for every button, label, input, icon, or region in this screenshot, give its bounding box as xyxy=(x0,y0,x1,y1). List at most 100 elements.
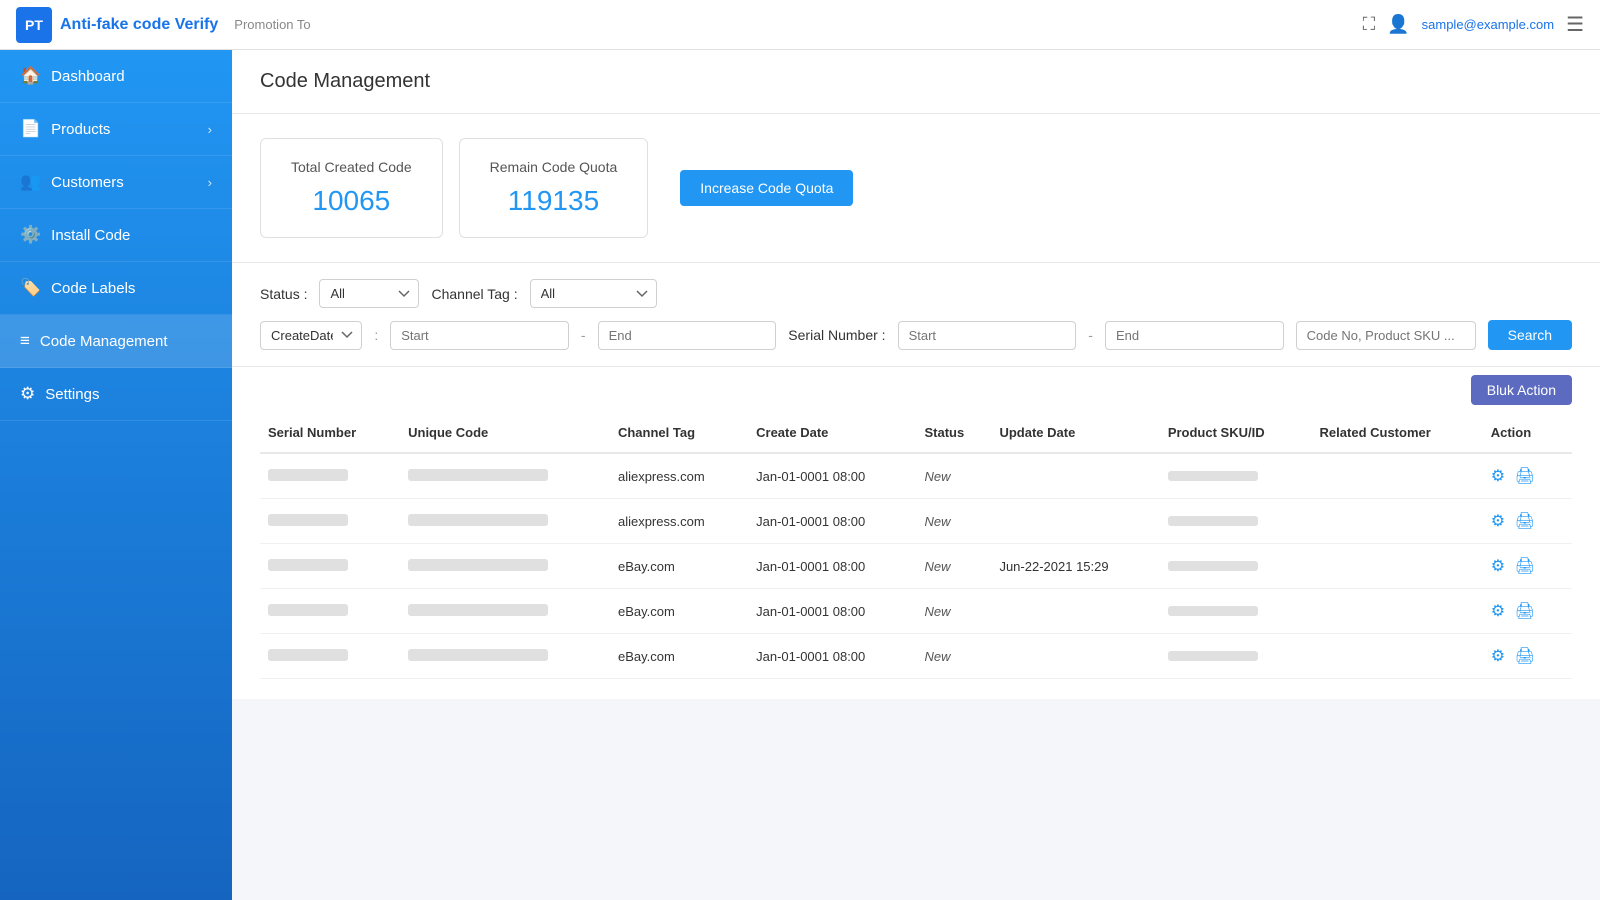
table-row: eBay.com Jan-01-0001 08:00 New ⚙ 🖨 xyxy=(260,589,1572,634)
cell-product-sku-1 xyxy=(1160,499,1312,544)
table-row: eBay.com Jan-01-0001 08:00 New ⚙ 🖨 xyxy=(260,634,1572,679)
sidebar-item-label: Dashboard xyxy=(51,68,124,85)
col-update-date: Update Date xyxy=(991,413,1159,453)
sidebar-item-settings[interactable]: ⚙ Settings xyxy=(0,368,232,421)
col-channel-tag: Channel Tag xyxy=(610,413,748,453)
sidebar-item-dashboard[interactable]: 🏠 Dashboard xyxy=(0,50,232,103)
col-serial-number: Serial Number xyxy=(260,413,400,453)
remain-quota-label: Remain Code Quota xyxy=(490,159,618,175)
cell-channel-tag-2: eBay.com xyxy=(610,544,748,589)
user-email[interactable]: sample@example.com xyxy=(1422,17,1554,32)
logo-area: Anti-fake code Verify Promotion To xyxy=(16,7,311,43)
serial-end-input[interactable] xyxy=(1105,321,1284,350)
cell-status-3: New xyxy=(916,589,991,634)
cell-action-1: ⚙ 🖨 xyxy=(1483,499,1572,544)
page-header: Code Management xyxy=(232,50,1600,114)
cell-product-sku-0 xyxy=(1160,453,1312,499)
cell-create-date-4: Jan-01-0001 08:00 xyxy=(748,634,916,679)
gear-action-icon[interactable]: ⚙ xyxy=(1491,513,1505,530)
sidebar-item-products[interactable]: 📄 Products › xyxy=(0,103,232,156)
cell-status-1: New xyxy=(916,499,991,544)
expand-icon[interactable]: ⛶ xyxy=(1363,14,1376,35)
print-action-icon[interactable]: 🖨 xyxy=(1515,648,1535,665)
sidebar-item-label: Code Management xyxy=(40,333,168,350)
channel-select[interactable]: All aliexpress.com eBay.com xyxy=(530,279,657,308)
status-label: Status : xyxy=(260,286,307,302)
cell-unique-code-0 xyxy=(400,453,610,499)
status-select[interactable]: All New Used Invalid xyxy=(319,279,419,308)
print-action-icon[interactable]: 🖨 xyxy=(1515,603,1535,620)
cell-serial-1 xyxy=(260,499,400,544)
install-code-icon: ⚙️ xyxy=(20,225,41,245)
sidebar-item-install-code[interactable]: ⚙️ Install Code xyxy=(0,209,232,262)
sidebar-item-code-labels[interactable]: 🏷️ Code Labels xyxy=(0,262,232,315)
sidebar-item-customers[interactable]: 👥 Customers › xyxy=(0,156,232,209)
bulk-action-button[interactable]: Bluk Action xyxy=(1471,375,1572,405)
total-created-card: Total Created Code 10065 xyxy=(260,138,443,238)
app-name: Anti-fake code Verify xyxy=(60,16,218,34)
menu-icon[interactable]: ☰ xyxy=(1566,12,1584,37)
print-action-icon[interactable]: 🖨 xyxy=(1515,468,1535,485)
cell-status-4: New xyxy=(916,634,991,679)
cell-related-customer-4 xyxy=(1312,634,1483,679)
app-subtitle: Promotion To xyxy=(234,17,310,32)
user-icon[interactable]: 👤 xyxy=(1387,14,1409,35)
table-row: aliexpress.com Jan-01-0001 08:00 New ⚙ 🖨 xyxy=(260,453,1572,499)
search-button[interactable]: Search xyxy=(1488,320,1572,350)
col-product-sku: Product SKU/ID xyxy=(1160,413,1312,453)
page-title: Code Management xyxy=(260,70,1572,93)
cell-create-date-2: Jan-01-0001 08:00 xyxy=(748,544,916,589)
filter-section: Status : All New Used Invalid Channel Ta… xyxy=(232,263,1600,367)
serial-start-input[interactable] xyxy=(898,321,1077,350)
cell-unique-code-1 xyxy=(400,499,610,544)
code-search-input[interactable] xyxy=(1296,321,1476,350)
cell-unique-code-3 xyxy=(400,589,610,634)
date-end-input[interactable] xyxy=(598,321,777,350)
total-created-value: 10065 xyxy=(291,185,412,217)
cell-related-customer-0 xyxy=(1312,453,1483,499)
settings-icon: ⚙ xyxy=(20,384,35,404)
col-action: Action xyxy=(1483,413,1572,453)
gear-action-icon[interactable]: ⚙ xyxy=(1491,648,1505,665)
col-unique-code: Unique Code xyxy=(400,413,610,453)
cell-channel-tag-3: eBay.com xyxy=(610,589,748,634)
cell-create-date-1: Jan-01-0001 08:00 xyxy=(748,499,916,544)
cell-channel-tag-1: aliexpress.com xyxy=(610,499,748,544)
increase-quota-button[interactable]: Increase Code Quota xyxy=(680,170,853,206)
home-icon: 🏠 xyxy=(20,66,41,86)
serial-range-separator: - xyxy=(1088,327,1093,343)
remain-quota-value: 119135 xyxy=(490,185,618,217)
date-colon-separator: : xyxy=(374,327,378,343)
print-action-icon[interactable]: 🖨 xyxy=(1515,513,1535,530)
code-management-table: Serial Number Unique Code Channel Tag Cr… xyxy=(260,413,1572,679)
gear-action-icon[interactable]: ⚙ xyxy=(1491,603,1505,620)
table-section: Bluk Action Serial Number Unique Code Ch… xyxy=(232,367,1600,699)
cell-unique-code-4 xyxy=(400,634,610,679)
cell-channel-tag-0: aliexpress.com xyxy=(610,453,748,499)
gear-action-icon[interactable]: ⚙ xyxy=(1491,558,1505,575)
filter-row-1: Status : All New Used Invalid Channel Ta… xyxy=(260,279,1572,308)
gear-action-icon[interactable]: ⚙ xyxy=(1491,468,1505,485)
cell-product-sku-2 xyxy=(1160,544,1312,589)
code-labels-icon: 🏷️ xyxy=(20,278,41,298)
date-start-input[interactable] xyxy=(390,321,569,350)
channel-label: Channel Tag : xyxy=(431,286,517,302)
chevron-right-icon: › xyxy=(208,175,212,190)
serial-label: Serial Number : xyxy=(788,327,885,343)
sidebar-item-code-management[interactable]: ≡ Code Management xyxy=(0,315,232,368)
sidebar-item-label: Code Labels xyxy=(51,280,135,297)
cell-status-2: New xyxy=(916,544,991,589)
header-right: ⛶ 👤 sample@example.com ☰ xyxy=(1363,12,1584,37)
cell-update-date-1 xyxy=(991,499,1159,544)
cell-create-date-0: Jan-01-0001 08:00 xyxy=(748,453,916,499)
cell-update-date-2: Jun-22-2021 15:29 xyxy=(991,544,1159,589)
cell-channel-tag-4: eBay.com xyxy=(610,634,748,679)
bulk-row: Bluk Action xyxy=(260,367,1572,413)
cell-serial-4 xyxy=(260,634,400,679)
cell-related-customer-1 xyxy=(1312,499,1483,544)
date-type-select[interactable]: CreateDate UpdateDate xyxy=(260,321,362,350)
print-action-icon[interactable]: 🖨 xyxy=(1515,558,1535,575)
chevron-right-icon: › xyxy=(208,122,212,137)
cell-update-date-0 xyxy=(991,453,1159,499)
cell-product-sku-4 xyxy=(1160,634,1312,679)
